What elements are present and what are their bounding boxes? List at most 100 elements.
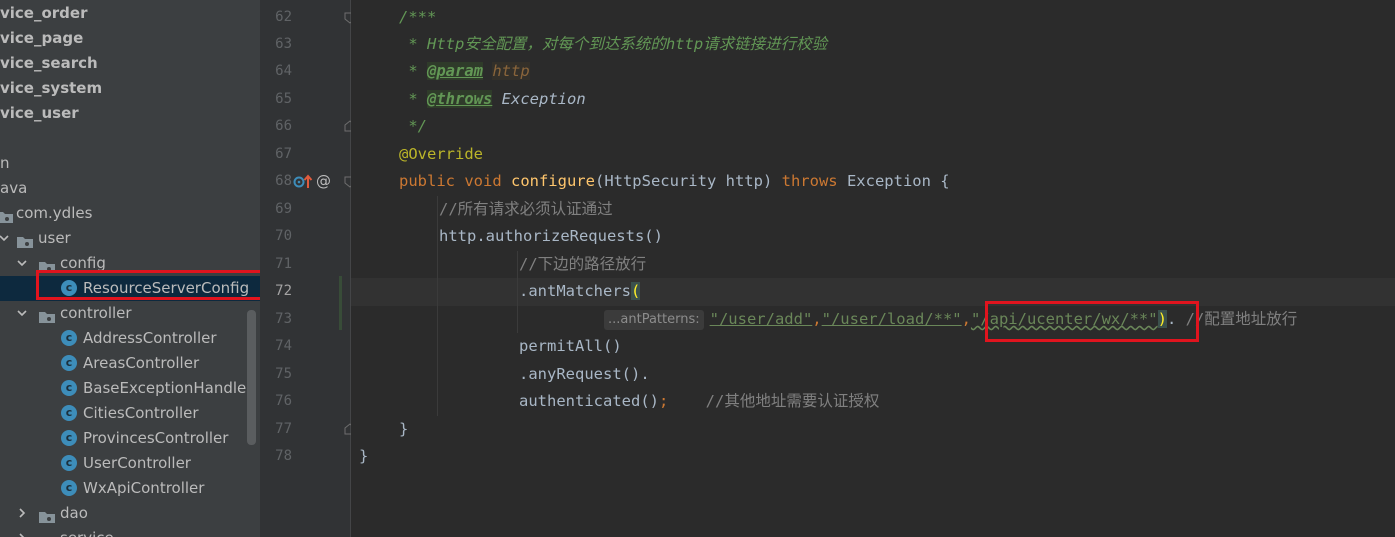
package-folder-icon: [0, 207, 14, 223]
closing-brace: }: [399, 420, 409, 438]
code-line-71: //下边的路径放行: [519, 251, 646, 279]
class-icon: c: [61, 455, 77, 471]
code-line-63: * Http安全配置，对每个到达系统的http请求链接进行校验: [399, 31, 827, 59]
override-up-arrow-icon[interactable]: [293, 173, 315, 191]
keyword-throws: throws: [781, 172, 838, 190]
tree-item-label: CitiesController: [83, 404, 199, 422]
tree-item-module[interactable]: vice_page: [0, 26, 260, 51]
tree-item-label: AddressController: [83, 329, 217, 347]
tree-item-class[interactable]: c CitiesController: [0, 401, 260, 426]
javadoc-param-tag: @param: [427, 62, 483, 80]
chevron-right-icon[interactable]: [16, 532, 28, 537]
tree-item-label: WxApiController: [83, 479, 205, 497]
tree-item-package-com-ydles[interactable]: com.ydles: [0, 201, 260, 226]
keyword: public void: [399, 172, 511, 190]
package-folder-icon: [38, 257, 56, 273]
tree-item-module[interactable]: vice_order: [0, 1, 260, 26]
string-literal: "/user/load/**": [821, 310, 962, 328]
tree-item-class[interactable]: c WxApiController: [0, 476, 260, 501]
tree-scrollbar[interactable]: [247, 310, 256, 445]
exception-type: Exception {: [837, 172, 950, 190]
chevron-down-icon[interactable]: [0, 232, 10, 244]
tree-item-module[interactable]: vice_search: [0, 51, 260, 76]
string-literal: "/user/add": [709, 310, 813, 328]
tree-item-label: UserController: [83, 454, 191, 472]
tree-item-label: dao: [60, 504, 88, 522]
code-line-65: * @throws Exception: [399, 86, 586, 114]
annotation-at-icon[interactable]: @: [316, 170, 331, 192]
line-number: 66: [275, 118, 292, 134]
line-number: 74: [275, 338, 292, 354]
code-text: .antMatchers: [519, 282, 631, 300]
line-number: 64: [275, 63, 292, 79]
package-folder-icon: [16, 232, 34, 248]
code-line-69: //所有请求必须认证通过: [439, 196, 613, 224]
comma: ,: [812, 310, 822, 328]
code-line-70: http.authorizeRequests(): [439, 223, 663, 251]
tree-item-class[interactable]: c BaseExceptionHandler: [0, 376, 260, 401]
tree-item-class[interactable]: c ProvincesController: [0, 426, 260, 451]
code-line-74: permitAll(): [519, 333, 622, 361]
line-comment: //配置地址放行: [1185, 310, 1298, 328]
tree-item-package-service[interactable]: service: [0, 526, 260, 537]
line-number: 77: [275, 421, 292, 437]
tree-item-folder[interactable]: n: [0, 151, 260, 176]
tree-item-package-dao[interactable]: dao: [0, 501, 260, 526]
tree-item-label: ProvincesController: [83, 429, 229, 447]
line-number: 62: [275, 9, 292, 25]
tree-item-package-controller[interactable]: controller: [0, 301, 260, 326]
javadoc-star: *: [399, 62, 427, 80]
tree-item-class[interactable]: c AreasController: [0, 351, 260, 376]
line-number: 65: [275, 91, 292, 107]
tree-item-label: n: [0, 154, 10, 172]
tree-item-package-user[interactable]: user: [0, 226, 260, 251]
tree-item-label: com.ydles: [16, 204, 93, 222]
matched-paren: (: [630, 282, 641, 300]
chevron-down-icon[interactable]: [16, 307, 28, 319]
code-text: .anyRequest().: [519, 365, 650, 383]
line-number: 68: [275, 173, 292, 189]
tree-item-module[interactable]: vice_system: [0, 76, 260, 101]
javadoc-param-name: http: [492, 62, 530, 80]
tree-item-label: BaseExceptionHandler: [83, 379, 253, 397]
tree-item-module[interactable]: vice_user: [0, 101, 260, 126]
tree-item-label: vice_order: [0, 4, 88, 22]
code-line-62: /***: [399, 4, 436, 32]
indent-guide: [517, 251, 518, 333]
tree-item-label: vice_system: [0, 79, 103, 97]
vcs-change-marker[interactable]: [339, 276, 342, 330]
line-number: 67: [275, 146, 292, 162]
code-text: permitAll(): [519, 337, 622, 355]
tree-item-label: ava: [0, 179, 28, 197]
code-text: authenticated(): [519, 392, 659, 410]
method-params: (HttpSecurity http): [594, 172, 782, 190]
javadoc-open: /***: [399, 8, 437, 26]
chevron-down-icon[interactable]: [16, 257, 28, 269]
class-icon: c: [61, 480, 77, 496]
code-line-72: .antMatchers(: [519, 278, 641, 306]
line-number: 69: [275, 201, 292, 217]
javadoc-text: * Http安全配置，对每个到达系统的http请求链接进行校验: [399, 35, 828, 53]
code-line-68: public void configure(HttpSecurity http)…: [399, 168, 950, 196]
package-folder-icon: [38, 507, 56, 523]
override-annotation: @Override: [399, 145, 483, 163]
tree-item-folder[interactable]: ava: [0, 176, 260, 201]
class-icon: c: [61, 330, 77, 346]
code-line-75: .anyRequest().: [519, 361, 650, 389]
tree-item-class[interactable]: c UserController: [0, 451, 260, 476]
current-line-highlight: [351, 278, 1395, 306]
class-icon: c: [61, 355, 77, 371]
package-folder-icon: [38, 307, 56, 323]
code-text: http.authorizeRequests(): [439, 227, 663, 245]
code-line-76: authenticated(); //其他地址需要认证授权: [519, 388, 879, 416]
selection-highlight-box: [985, 301, 1199, 342]
tree-item-class[interactable]: c AddressController: [0, 326, 260, 351]
code-line-77: }: [399, 416, 408, 444]
line-number: 63: [275, 36, 292, 52]
project-tree: vice_order vice_page vice_search vice_sy…: [0, 0, 260, 537]
line-number: 70: [275, 228, 292, 244]
comma: ,: [961, 310, 971, 328]
chevron-right-icon[interactable]: [16, 507, 28, 519]
line-number: 78: [275, 448, 292, 464]
tree-item-label: AreasController: [83, 354, 200, 372]
